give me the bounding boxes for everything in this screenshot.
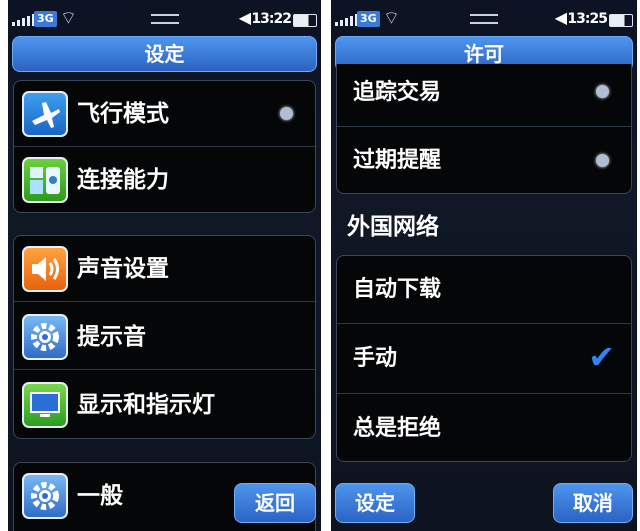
monitor-icon [22,382,68,428]
transaction-tracking-toggle[interactable] [596,85,609,98]
cancel-button[interactable]: 取消 [553,483,633,523]
settings-item-sound[interactable]: 声音设置 [14,236,315,302]
foreign-network-options: 自动下载 手动 ✔ 总是拒绝 [336,255,632,462]
wifi-icon: ⌔ [383,8,400,29]
volume-icon: ◀ [554,8,567,27]
volume-icon: ◀ [238,8,251,27]
network-type-badge: 3G [34,11,57,27]
settings-item-connectivity[interactable]: 连接能力 [14,147,315,212]
permission-group: 追踪交易 过期提醒 [336,64,632,194]
settings-item-display[interactable]: 显示和指示灯 [14,372,315,438]
settings-item-flight-mode[interactable]: 飞行模式 [14,81,315,147]
option-label: 手动 [353,346,398,371]
status-bar: 3G ⌔ ◀ 13:22 [8,0,321,40]
pull-down-handle[interactable] [150,14,179,24]
settings-item-label: 飞行模式 [77,101,169,127]
network-type-badge: 3G [357,11,380,27]
airplane-icon [22,91,68,137]
connectivity-icon [22,157,68,203]
option-auto-download[interactable]: 自动下载 [337,256,631,324]
status-bar: 3G ⌔ ◀ 13:25 [331,0,637,40]
option-label: 自动下载 [353,277,442,302]
signal-icon [12,14,35,26]
expiry-reminder-toggle[interactable] [596,154,609,167]
settings-button[interactable]: 设定 [335,483,415,523]
settings-item-label: 一般 [77,483,123,509]
status-time: 13:22 [251,11,292,27]
permission-item-expiry-reminder[interactable]: 过期提醒 [337,127,631,193]
checkmark-icon: ✔ [588,338,615,376]
permission-item-label: 追踪交易 [353,80,442,105]
flight-mode-toggle[interactable] [280,107,293,120]
option-manual[interactable]: 手动 ✔ [337,324,631,394]
gear-icon [22,314,68,360]
permission-item-label: 过期提醒 [353,148,442,173]
settings-item-label: 显示和指示灯 [77,392,215,418]
gear-icon [22,473,68,519]
wifi-icon: ⌔ [60,8,77,29]
settings-item-label: 提示音 [77,324,146,350]
speaker-icon [22,246,68,292]
settings-item-label: 连接能力 [77,167,169,193]
settings-item-label: 声音设置 [77,256,169,282]
option-always-reject[interactable]: 总是拒绝 [337,394,631,461]
permission-item-transaction-tracking[interactable]: 追踪交易 [337,64,631,127]
settings-group-sound-display: 声音设置 提示音 显示和指示灯 [13,235,316,439]
battery-icon [293,14,317,27]
status-time: 13:25 [567,11,608,27]
settings-group-connectivity: 飞行模式 连接能力 [13,80,316,213]
section-header-foreign-network: 外国网络 [347,214,439,240]
page-title: 设定 [12,36,317,72]
option-label: 总是拒绝 [353,416,442,441]
permission-screen: 3G ⌔ ◀ 13:25 许可 追踪交易 过期提醒 外国网络 自动下载 手动 ✔… [331,0,637,531]
signal-icon [335,14,358,26]
back-button[interactable]: 返回 [234,483,316,523]
settings-screen: 3G ⌔ ◀ 13:22 设定 飞行模式 连接能力 声音设置 提示音 显示和指示… [8,0,321,531]
battery-icon [609,14,633,27]
pull-down-handle[interactable] [470,14,498,24]
settings-item-alert-tone[interactable]: 提示音 [14,304,315,370]
